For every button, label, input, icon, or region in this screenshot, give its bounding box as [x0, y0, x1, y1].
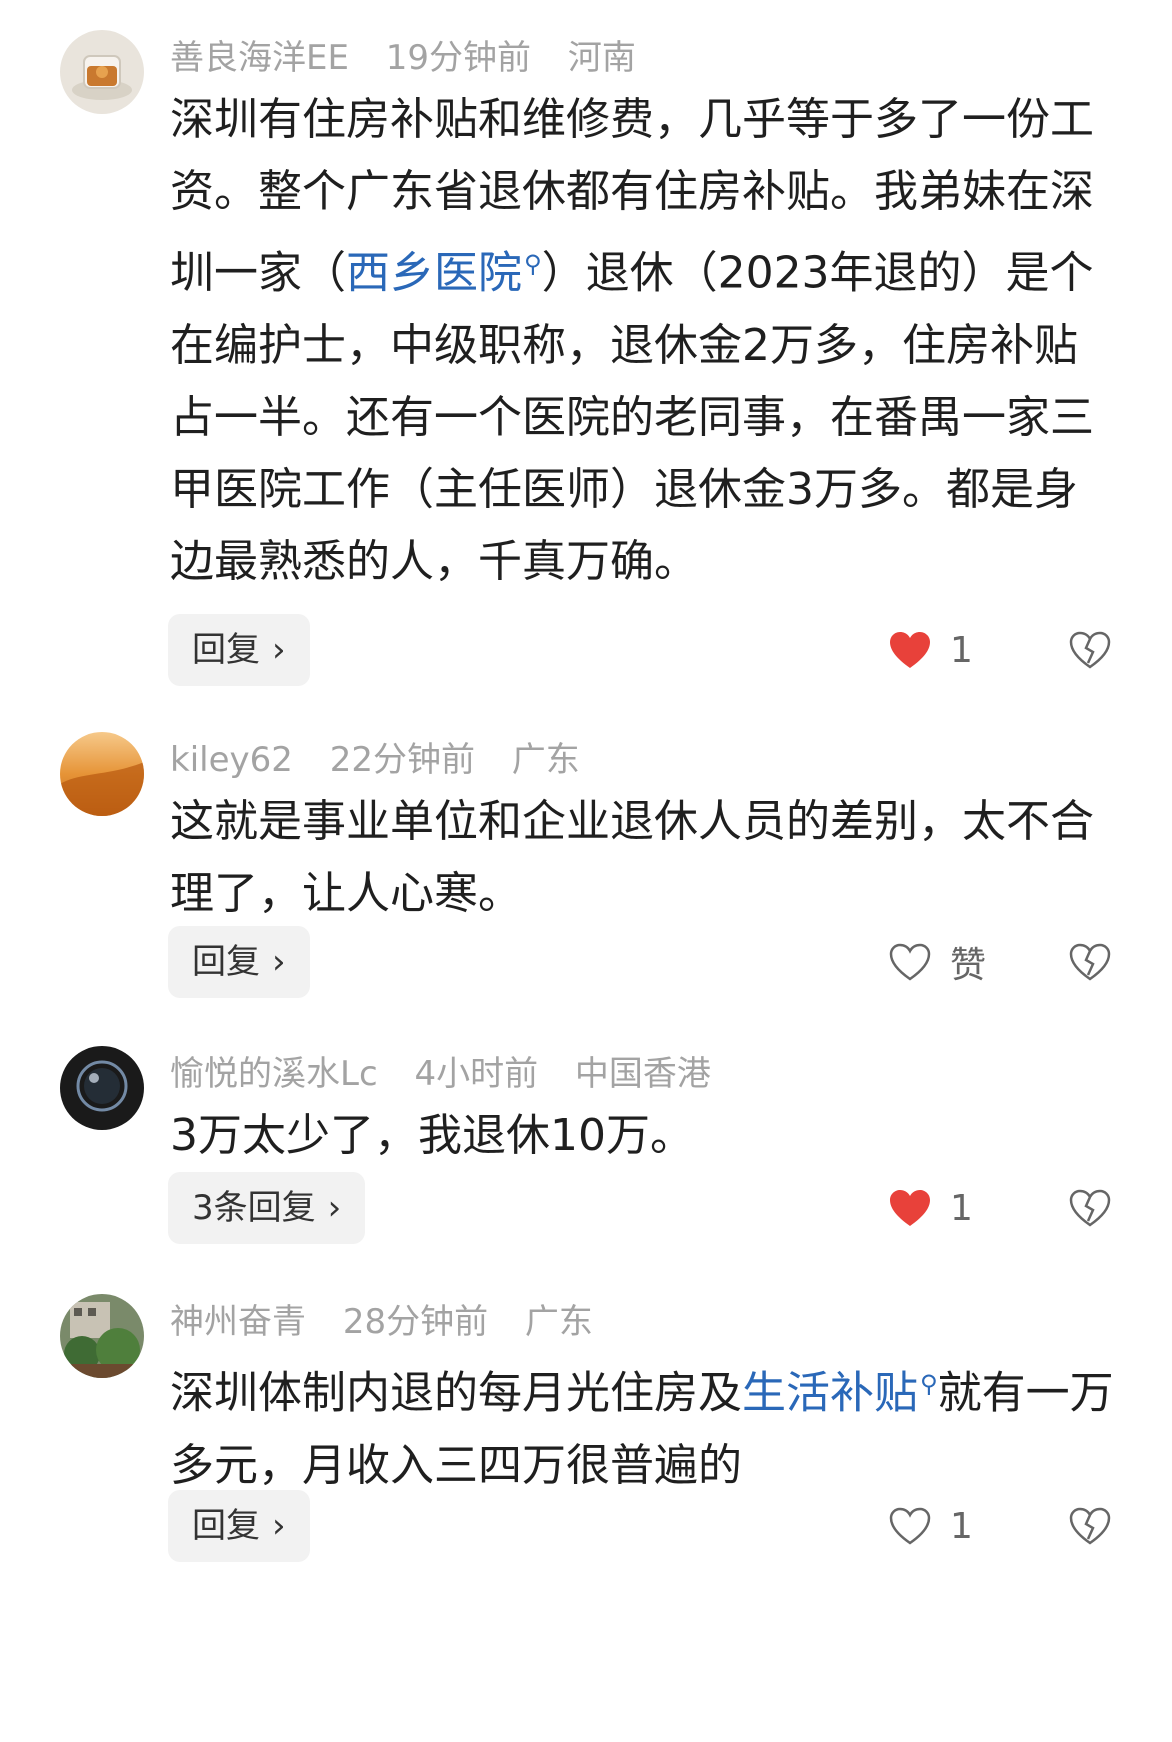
- location: 中国香港: [574, 1054, 711, 1094]
- chevron-right-icon: ›: [272, 630, 286, 670]
- comment-meta: kiley62 22分钟前 广东: [170, 736, 606, 784]
- location: 河南: [567, 38, 636, 78]
- chevron-right-icon: ›: [327, 1188, 342, 1228]
- chevron-right-icon: ›: [272, 942, 286, 982]
- reply-button[interactable]: 3条回复 ›: [168, 1172, 366, 1244]
- like-button[interactable]: 1: [888, 614, 973, 686]
- timestamp: 22分钟前: [329, 740, 475, 780]
- like-count: 1: [950, 1505, 973, 1547]
- like-label: 赞: [950, 945, 987, 986]
- dislike-icon[interactable]: [1068, 628, 1112, 672]
- comment-meta: 愉悦的溪水Lc 4小时前 中国香港: [170, 1050, 737, 1098]
- avatar[interactable]: [60, 732, 144, 816]
- dislike-icon[interactable]: [1068, 1186, 1112, 1230]
- comment-meta: 善良海洋EE 19分钟前 河南: [170, 34, 662, 82]
- timestamp: 28分钟前: [342, 1302, 489, 1342]
- subsidy-link[interactable]: 生活补贴: [742, 1368, 918, 1419]
- like-button[interactable]: 赞: [888, 926, 986, 998]
- reply-label: 回复: [192, 942, 260, 982]
- comment-text: 这就是事业单位和企业退休人员的差别，太不合理了，让人心寒。: [170, 796, 1094, 919]
- heart-outline-icon: [889, 1507, 931, 1545]
- chevron-right-icon: ›: [272, 1506, 286, 1546]
- location: 广东: [511, 740, 580, 780]
- like-count: 1: [950, 1187, 973, 1229]
- comment-text-part: 深圳体制内退的每月光住房及: [170, 1367, 742, 1419]
- comment-text: 3万太少了，我退休10万。: [170, 1110, 694, 1161]
- reply-label: 回复: [192, 1506, 260, 1546]
- comment-text: 深圳有住房补贴和维修费，几乎等于多了一份工资。整个广东省退休都有住房补贴。我弟妹…: [170, 84, 1120, 598]
- avatar[interactable]: [60, 30, 144, 114]
- like-count: 1: [950, 629, 973, 671]
- comment-text: 深圳体制内退的每月光住房及生活补贴⚲就有一万多元，月收入三四万很普遍的: [170, 1348, 1120, 1502]
- heart-filled-icon: [890, 632, 930, 668]
- comment-meta: 神州奋青 28分钟前 广东: [170, 1298, 619, 1346]
- reply-label: 回复: [192, 630, 260, 670]
- reply-label: 3条回复: [192, 1188, 316, 1228]
- reply-button[interactable]: 回复 ›: [168, 614, 310, 686]
- username[interactable]: 愉悦的溪水Lc: [170, 1054, 378, 1094]
- search-icon[interactable]: ⚲: [524, 250, 542, 278]
- username[interactable]: 善良海洋EE: [170, 38, 349, 78]
- reply-button[interactable]: 回复 ›: [168, 1490, 310, 1562]
- avatar[interactable]: [60, 1046, 144, 1130]
- dislike-icon[interactable]: [1068, 1504, 1112, 1548]
- username[interactable]: kiley62: [170, 740, 293, 780]
- avatar[interactable]: [60, 1294, 144, 1378]
- timestamp: 4小时前: [414, 1054, 539, 1094]
- location: 广东: [524, 1302, 593, 1342]
- dislike-icon[interactable]: [1068, 940, 1112, 984]
- timestamp: 19分钟前: [385, 38, 532, 78]
- like-button[interactable]: 1: [888, 1172, 973, 1244]
- search-icon[interactable]: ⚲: [920, 1370, 938, 1398]
- username[interactable]: 神州奋青: [170, 1302, 306, 1342]
- heart-outline-icon: [889, 943, 931, 981]
- reply-button[interactable]: 回复 ›: [168, 926, 310, 998]
- heart-filled-icon: [890, 1190, 930, 1226]
- like-button[interactable]: 1: [888, 1490, 973, 1562]
- hospital-link[interactable]: 西乡医院: [346, 248, 522, 299]
